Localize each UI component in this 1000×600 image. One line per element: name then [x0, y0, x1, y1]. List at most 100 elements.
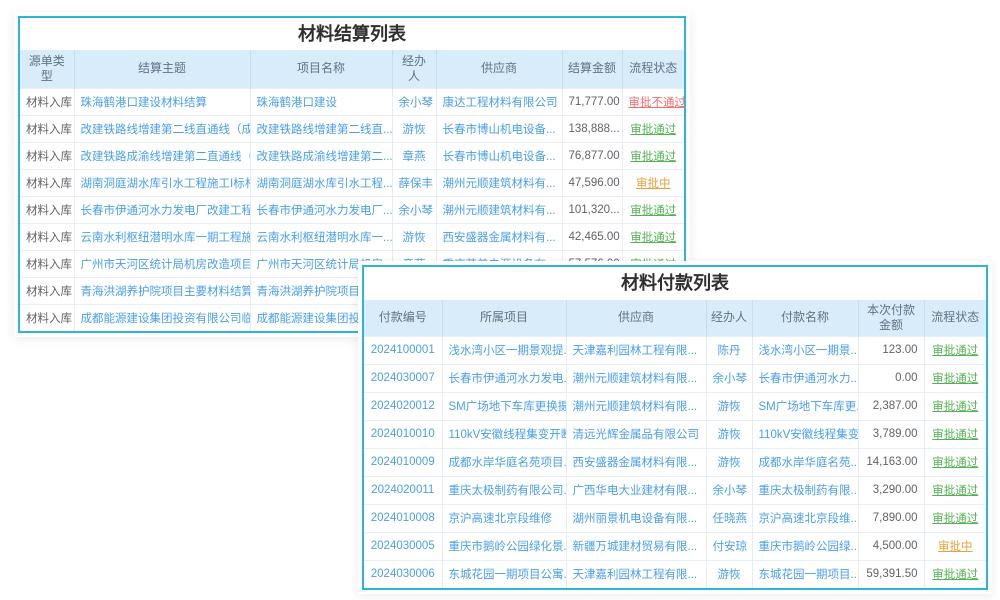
- settlement-subject-link[interactable]: 云南水利枢纽潜明水库一期工程施...: [74, 223, 250, 250]
- settlement-subject-link[interactable]: 珠海鹤港口建设材料结算: [74, 88, 250, 115]
- process-status-badge: 审批中: [924, 532, 986, 560]
- payment-name-link[interactable]: 110kV安徽线程集变...: [752, 420, 858, 448]
- settlement-subject-link[interactable]: 改建铁路线增建第二线直通线（成...: [74, 115, 250, 142]
- table-row: 材料入库珠海鹤港口建设材料结算珠海鹤港口建设余小琴康达工程材料有限公司71,77…: [20, 88, 684, 115]
- settlement-amount-cell: 101,320...: [562, 196, 622, 223]
- project-link[interactable]: 重庆市鹅岭公园绿化景...: [442, 532, 566, 560]
- project-link[interactable]: SM广场地下车库更换摄...: [442, 392, 566, 420]
- project-name-link[interactable]: 珠海鹤港口建设: [250, 88, 392, 115]
- column-header-handler: 经办人: [706, 300, 752, 336]
- process-status-badge: 审批通过: [924, 336, 986, 364]
- handler-link[interactable]: 陈丹: [706, 336, 752, 364]
- handler-link[interactable]: 任晓燕: [706, 504, 752, 532]
- payment-name-link[interactable]: SM广场地下车库更...: [752, 392, 858, 420]
- process-status-badge: 审批通过: [622, 196, 684, 223]
- table-row: 2024010009成都水岸华庭名苑项目...西安盛器金属材料有限...游恢成都…: [364, 448, 986, 476]
- supplier-link[interactable]: 西安盛器金属材料有...: [436, 223, 562, 250]
- payment-name-link[interactable]: 重庆市鹅岭公园绿...: [752, 532, 858, 560]
- payment-no-link[interactable]: 2024030006: [364, 560, 442, 588]
- source-type-cell: 材料入库: [20, 142, 74, 169]
- settlement-subject-link[interactable]: 广州市天河区统计局机房改造项目...: [74, 250, 250, 277]
- project-link[interactable]: 成都水岸华庭名苑项目...: [442, 448, 566, 476]
- supplier-link[interactable]: 清远光辉金属品有限公司: [566, 420, 706, 448]
- source-type-cell: 材料入库: [20, 169, 74, 196]
- process-status-badge: 审批通过: [622, 142, 684, 169]
- payment-no-link[interactable]: 2024030005: [364, 532, 442, 560]
- supplier-link[interactable]: 广西华电大业建材有限...: [566, 476, 706, 504]
- supplier-link[interactable]: 天津嘉利园林工程有限...: [566, 560, 706, 588]
- process-status-badge: 审批中: [622, 169, 684, 196]
- project-link[interactable]: 京沪高速北京段维修: [442, 504, 566, 532]
- project-name-link[interactable]: 改建铁路线增建第二线直...: [250, 115, 392, 142]
- settlement-subject-link[interactable]: 青海洪湖养护院项目主要材料结算: [74, 277, 250, 304]
- supplier-link[interactable]: 湖州丽景机电设备有限...: [566, 504, 706, 532]
- handler-link[interactable]: 余小琴: [706, 476, 752, 504]
- supplier-link[interactable]: 新疆万城建材贸易有限...: [566, 532, 706, 560]
- supplier-link[interactable]: 天津嘉利园林工程有限...: [566, 336, 706, 364]
- payment-amount-cell: 0.00: [858, 364, 924, 392]
- supplier-link[interactable]: 潮州元顺建筑材料有...: [436, 196, 562, 223]
- payment-amount-cell: 59,391.50: [858, 560, 924, 588]
- project-name-link[interactable]: 长春市伊通河水力发电厂...: [250, 196, 392, 223]
- table-row: 材料入库长春市伊通河水力发电厂改建工程...长春市伊通河水力发电厂...余小琴潮…: [20, 196, 684, 223]
- handler-link[interactable]: 游恢: [706, 420, 752, 448]
- column-header-payment-amount: 本次付款金额: [858, 300, 924, 336]
- process-status-badge: 审批通过: [924, 504, 986, 532]
- payment-name-link[interactable]: 长春市伊通河水力...: [752, 364, 858, 392]
- payment-no-link[interactable]: 2024020012: [364, 392, 442, 420]
- supplier-link[interactable]: 长春市博山机电设备...: [436, 115, 562, 142]
- project-name-link[interactable]: 云南水利枢纽潜明水库一...: [250, 223, 392, 250]
- project-link[interactable]: 110kV安徽线程集变开断...: [442, 420, 566, 448]
- handler-link[interactable]: 付安琼: [706, 532, 752, 560]
- payment-no-link[interactable]: 2024010009: [364, 448, 442, 476]
- project-link[interactable]: 重庆太极制药有限公司...: [442, 476, 566, 504]
- supplier-link[interactable]: 长春市博山机电设备...: [436, 142, 562, 169]
- payment-name-link[interactable]: 成都水岸华庭名苑...: [752, 448, 858, 476]
- source-type-cell: 材料入库: [20, 223, 74, 250]
- handler-link[interactable]: 章燕: [392, 142, 436, 169]
- column-header-project: 所属项目: [442, 300, 566, 336]
- project-link[interactable]: 长春市伊通河水力发电...: [442, 364, 566, 392]
- payment-amount-cell: 14,163.00: [858, 448, 924, 476]
- handler-link[interactable]: 游恢: [392, 223, 436, 250]
- handler-link[interactable]: 余小琴: [706, 364, 752, 392]
- handler-link[interactable]: 余小琴: [392, 88, 436, 115]
- column-header-supplier: 供应商: [436, 50, 562, 88]
- handler-link[interactable]: 游恢: [706, 560, 752, 588]
- payment-amount-cell: 3,789.00: [858, 420, 924, 448]
- settlement-subject-link[interactable]: 成都能源建设集团投资有限公司临...: [74, 304, 250, 331]
- settlement-subject-link[interactable]: 湖南洞庭湖水库引水工程施工I标材...: [74, 169, 250, 196]
- payment-no-link[interactable]: 2024100001: [364, 336, 442, 364]
- project-link[interactable]: 浅水湾小区一期景观提...: [442, 336, 566, 364]
- supplier-link[interactable]: 潮州元顺建筑材料有限...: [566, 392, 706, 420]
- handler-link[interactable]: 游恢: [706, 392, 752, 420]
- column-header-source-type: 源单类型: [20, 50, 74, 88]
- supplier-link[interactable]: 潮州元顺建筑材料有...: [436, 169, 562, 196]
- supplier-link[interactable]: 潮州元顺建筑材料有限...: [566, 364, 706, 392]
- payment-table-title: 材料付款列表: [364, 267, 986, 300]
- payment-table: 材料付款列表 付款编号所属项目供应商经办人付款名称本次付款金额流程状态 2024…: [358, 261, 992, 594]
- payment-name-link[interactable]: 浅水湾小区一期景...: [752, 336, 858, 364]
- payment-no-link[interactable]: 2024030007: [364, 364, 442, 392]
- project-link[interactable]: 东城花园一期项目公寓...: [442, 560, 566, 588]
- supplier-link[interactable]: 康达工程材料有限公司: [436, 88, 562, 115]
- settlement-subject-link[interactable]: 改建铁路成渝线增建第二直通线（...: [74, 142, 250, 169]
- payment-name-link[interactable]: 东城花园一期项目...: [752, 560, 858, 588]
- settlement-subject-link[interactable]: 长春市伊通河水力发电厂改建工程...: [74, 196, 250, 223]
- handler-link[interactable]: 余小琴: [392, 196, 436, 223]
- payment-no-link[interactable]: 2024010010: [364, 420, 442, 448]
- payment-amount-cell: 2,387.00: [858, 392, 924, 420]
- handler-link[interactable]: 薛保丰: [392, 169, 436, 196]
- project-name-link[interactable]: 湖南洞庭湖水库引水工程...: [250, 169, 392, 196]
- column-header-payment-name: 付款名称: [752, 300, 858, 336]
- payment-data-grid: 付款编号所属项目供应商经办人付款名称本次付款金额流程状态 2024100001浅…: [364, 300, 986, 588]
- handler-link[interactable]: 游恢: [392, 115, 436, 142]
- payment-amount-cell: 3,290.00: [858, 476, 924, 504]
- handler-link[interactable]: 游恢: [706, 448, 752, 476]
- project-name-link[interactable]: 改建铁路成渝线增建第二...: [250, 142, 392, 169]
- supplier-link[interactable]: 西安盛器金属材料有限...: [566, 448, 706, 476]
- payment-name-link[interactable]: 京沪高速北京段维...: [752, 504, 858, 532]
- payment-no-link[interactable]: 2024010008: [364, 504, 442, 532]
- payment-name-link[interactable]: 重庆太极制药有限...: [752, 476, 858, 504]
- payment-no-link[interactable]: 2024020011: [364, 476, 442, 504]
